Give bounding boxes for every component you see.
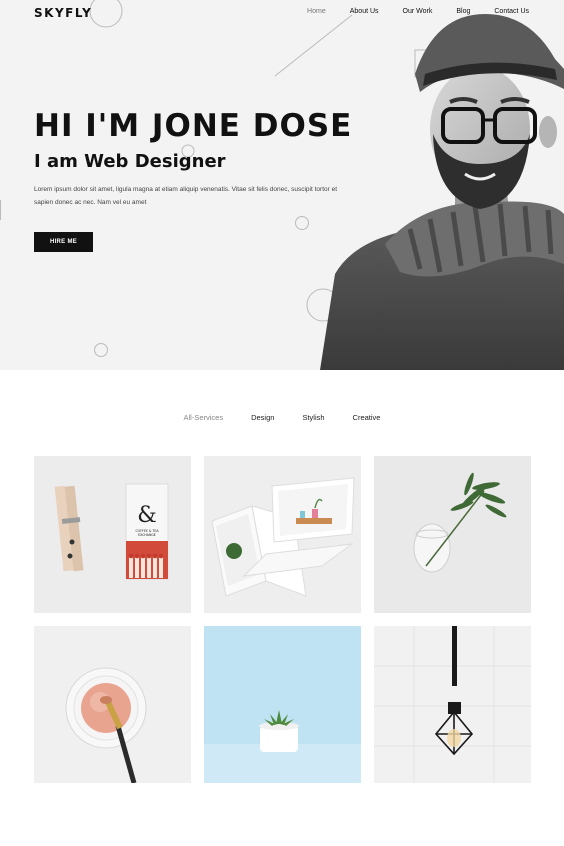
portfolio-item[interactable] bbox=[34, 626, 191, 783]
matchbox-label: EXCHANGE bbox=[138, 533, 156, 537]
filter-all-services[interactable]: All-Services bbox=[184, 413, 224, 423]
hero-subtitle: I am Web Designer bbox=[34, 151, 226, 172]
clothespin-matchbox-image: & COFFEE & TEA EXCHANGE bbox=[54, 483, 169, 580]
decorative-circle bbox=[89, 0, 123, 28]
portfolio-item[interactable] bbox=[374, 626, 531, 783]
makeup-brush-image bbox=[65, 667, 147, 783]
portfolio-item[interactable]: & COFFEE & TEA EXCHANGE bbox=[34, 456, 191, 613]
hire-me-button[interactable]: HIRE ME bbox=[34, 232, 93, 252]
laptops-image bbox=[211, 477, 355, 597]
pendant-lamp-image bbox=[374, 626, 531, 783]
portfolio-item[interactable] bbox=[374, 456, 531, 613]
decorative-circle bbox=[94, 343, 108, 357]
portfolio-filters: All-Services Design Stylish Creative bbox=[0, 413, 564, 423]
succulent-pot-image bbox=[204, 710, 361, 783]
svg-text:&: & bbox=[137, 503, 157, 528]
filter-creative[interactable]: Creative bbox=[353, 413, 381, 423]
hero-section: SKYFLY Home About Us Our Work Blog Conta… bbox=[0, 0, 564, 370]
hero-description: Lorem ipsum dolor sit amet, ligula magna… bbox=[34, 186, 338, 206]
portfolio-item[interactable] bbox=[204, 456, 361, 613]
filter-stylish[interactable]: Stylish bbox=[302, 413, 324, 423]
filter-design[interactable]: Design bbox=[251, 413, 274, 423]
decorative-circle bbox=[295, 216, 309, 230]
portfolio-item[interactable] bbox=[204, 626, 361, 783]
site-logo[interactable]: SKYFLY bbox=[34, 6, 92, 20]
hero-title: HI I'M JONE DOSE bbox=[34, 108, 353, 144]
designer-portrait-image bbox=[320, 14, 564, 370]
plant-in-glass-image bbox=[413, 472, 507, 573]
